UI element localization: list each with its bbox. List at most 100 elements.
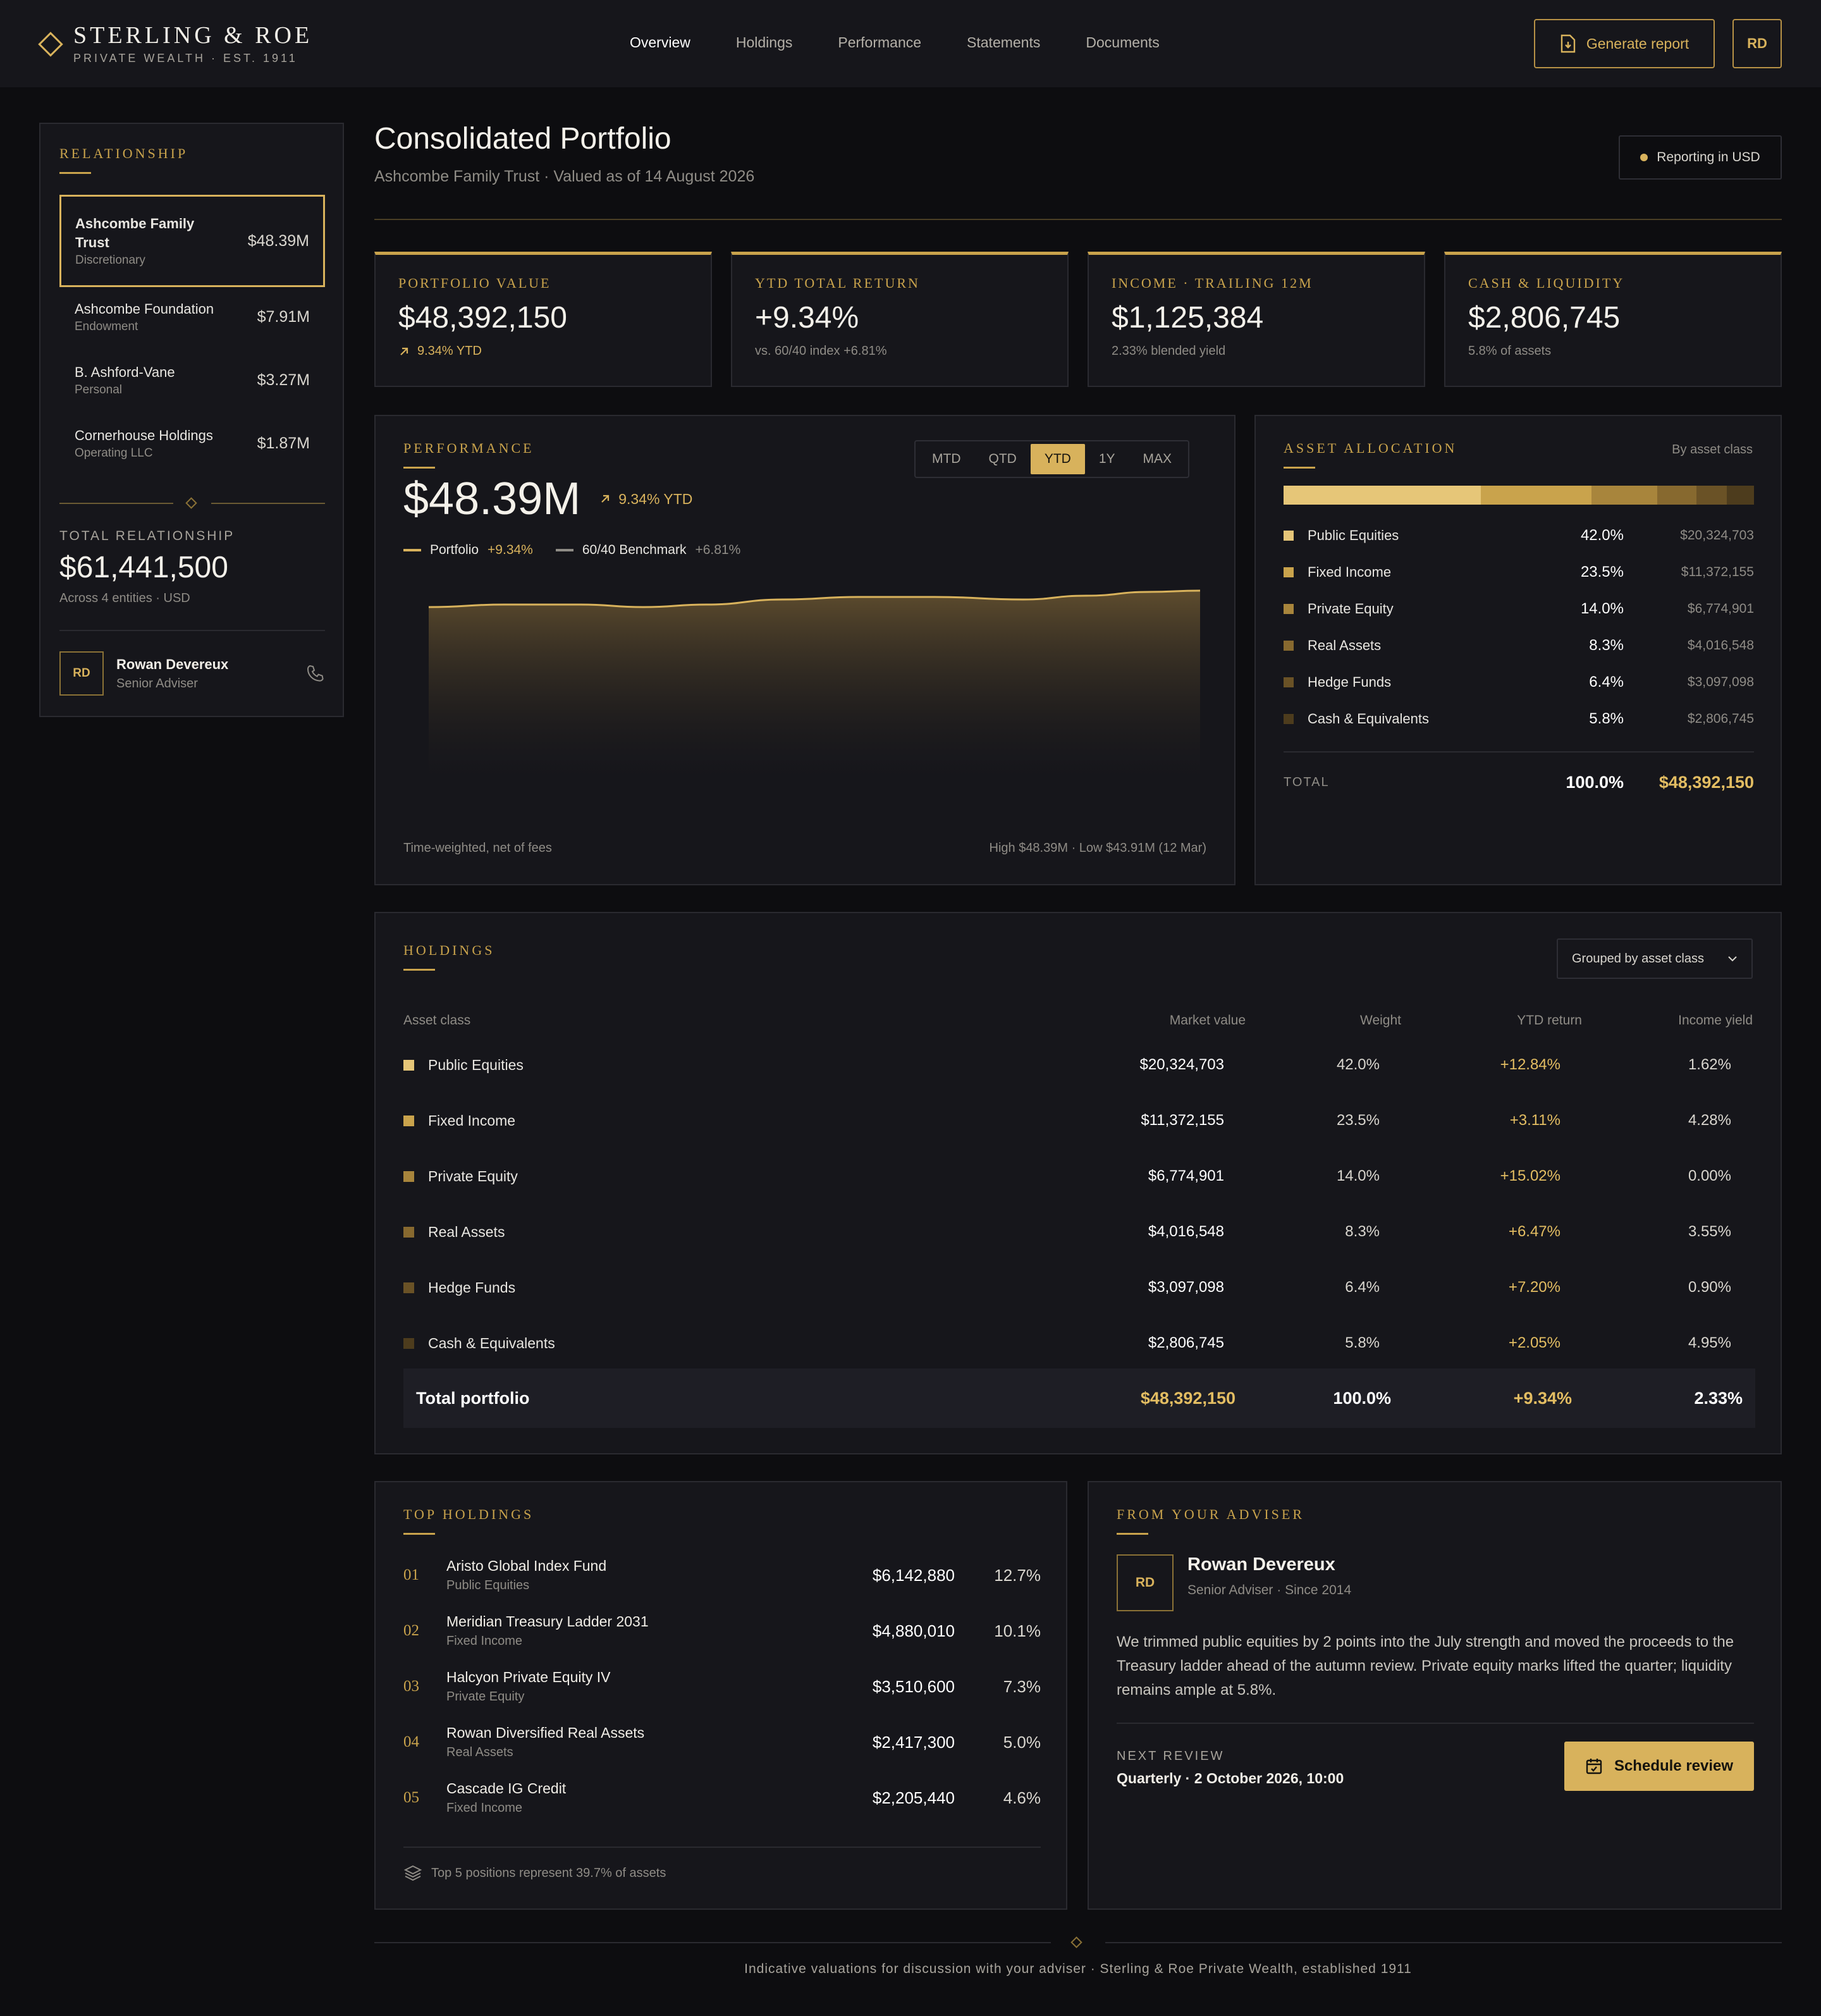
next-review-label: NEXT REVIEW (1117, 1749, 1225, 1763)
col-asset-class[interactable]: Asset class (403, 1013, 470, 1028)
range-qtd[interactable]: QTD (975, 444, 1031, 474)
kpi-portfolio-value: PORTFOLIO VALUE $48,392,150 9.34% YTD (374, 252, 712, 387)
nav-performance[interactable]: Performance (838, 34, 921, 51)
asset-class-swatch (403, 1226, 414, 1238)
range-1y[interactable]: 1Y (1085, 444, 1129, 474)
allocation-name: Cash & Equivalents (1308, 711, 1429, 727)
top-holding-item[interactable]: 04 Rowan Diversified Real Assets Real Asse… (403, 1720, 1041, 1764)
legend-portfolio: Portfolio +9.34% (403, 543, 533, 558)
nav-overview[interactable]: Overview (630, 34, 690, 51)
nav-holdings[interactable]: Holdings (736, 34, 793, 51)
top-holding-item[interactable]: 01 Aristo Global Index Fund Public Equitie… (403, 1553, 1041, 1597)
performance-title: PERFORMANCE (403, 440, 534, 456)
ytd-return-cell: +7.20% (1508, 1279, 1560, 1296)
allocation-value: $2,806,745 (1687, 711, 1754, 726)
col-weight[interactable]: Weight (1360, 1013, 1401, 1028)
account-type: Endowment (75, 320, 138, 333)
ytd-return-cell: +12.84% (1500, 1056, 1560, 1073)
holding-info: Cascade IG Credit Fixed Income (446, 1780, 828, 1816)
brand-tagline: PRIVATE WEALTH · EST. 1911 (73, 52, 298, 65)
holding-name: Rowan Diversified Real Assets (446, 1724, 645, 1741)
brand-logo[interactable]: STERLING & ROE PRIVATE WEALTH · EST. 191… (38, 23, 312, 65)
weight-cell: 5.8% (1345, 1334, 1380, 1351)
top-holdings-title: TOP HOLDINGS (403, 1506, 534, 1522)
holding-value: $2,205,440 (872, 1788, 955, 1807)
holding-name: Halcyon Private Equity IV (446, 1669, 611, 1685)
allocation-row[interactable]: Private Equity 14.0% $6,774,901 (1284, 599, 1754, 618)
col-market-value[interactable]: Market value (1170, 1013, 1246, 1028)
range-ytd[interactable]: YTD (1030, 444, 1085, 474)
table-row[interactable]: Cash & Equivalents $2,806,745 5.8% +2.05% 4.… (403, 1315, 1731, 1371)
allocation-pct: 6.4% (1589, 673, 1624, 691)
legend-benchmark: 60/40 Benchmark +6.81% (555, 543, 740, 558)
nav-statements[interactable]: Statements (967, 34, 1040, 51)
table-row[interactable]: Public Equities $20,324,703 42.0% +12.84% 1.… (403, 1037, 1731, 1093)
account-item-selected[interactable]: Ashcombe Family Trust Discretionary $48.… (59, 195, 325, 287)
holding-rank: 02 (403, 1622, 419, 1639)
table-row[interactable]: Real Assets $4,016,548 8.3% +6.47% 3.55% (403, 1204, 1731, 1260)
grouping-select[interactable]: Grouped by asset class (1557, 938, 1753, 979)
adviser-panel: FROM YOUR ADVISER RD Rowan Devereux Seni… (1088, 1481, 1782, 1910)
divider (403, 1847, 1041, 1848)
diamond-logo-icon (38, 31, 63, 57)
range-mtd[interactable]: MTD (918, 444, 975, 474)
ytd-return-cell: +3.11% (1509, 1112, 1560, 1129)
col-ytd-return[interactable]: YTD return (1517, 1013, 1582, 1028)
table-row[interactable]: Fixed Income $11,372,155 23.5% +3.11% 4.28% (403, 1093, 1731, 1148)
allocation-row[interactable]: Cash & Equivalents 5.8% $2,806,745 (1284, 710, 1754, 728)
table-row[interactable]: Hedge Funds $3,097,098 6.4% +7.20% 0.90% (403, 1260, 1731, 1315)
top-holdings-footnote: Top 5 positions represent 39.7% of asset… (403, 1864, 666, 1882)
phone-icon[interactable] (305, 663, 325, 684)
allocation-value: $4,016,548 (1687, 638, 1754, 653)
top-holding-item[interactable]: 05 Cascade IG Credit Fixed Income $2,205,44… (403, 1776, 1041, 1820)
kpi-income: INCOME · TRAILING 12M $1,125,384 2.33% b… (1088, 252, 1425, 387)
allocation-pct: 23.5% (1580, 563, 1624, 581)
top-holding-item[interactable]: 03 Halcyon Private Equity IV Private Equit… (403, 1664, 1041, 1709)
range-max[interactable]: MAX (1129, 444, 1186, 474)
holding-name: Meridian Treasury Ladder 2031 (446, 1613, 649, 1630)
kpi-ytd-return: YTD TOTAL RETURN +9.34% vs. 60/40 index … (731, 252, 1069, 387)
allocation-name: Fixed Income (1308, 564, 1392, 580)
top-holding-item[interactable]: 02 Meridian Treasury Ladder 2031 Fixed Inc… (403, 1609, 1041, 1653)
kpi-label: INCOME · TRAILING 12M (1112, 275, 1313, 291)
allocation-row[interactable]: Hedge Funds 6.4% $3,097,098 (1284, 673, 1754, 692)
holding-rank: 04 (403, 1733, 419, 1750)
schedule-review-button[interactable]: Schedule review (1564, 1742, 1754, 1791)
kpi-value: $1,125,384 (1112, 301, 1264, 335)
table-row[interactable]: Private Equity $6,774,901 14.0% +15.02% 0.00… (403, 1148, 1731, 1204)
market-value-cell: $3,097,098 (1148, 1279, 1224, 1296)
kpi-label: YTD TOTAL RETURN (755, 275, 920, 291)
holdings-title: HOLDINGS (403, 942, 495, 958)
ytd-return-cell: +2.05% (1508, 1334, 1560, 1351)
sidebar-title: RELATIONSHIP (59, 145, 188, 161)
next-review: NEXT REVIEW Quarterly · 2 October 2026, … (1117, 1749, 1344, 1787)
generate-report-button[interactable]: Generate report (1534, 19, 1715, 68)
allocation-row[interactable]: Public Equities 42.0% $20,324,703 (1284, 526, 1754, 545)
account-value: $1.87M (257, 434, 310, 452)
nav-documents[interactable]: Documents (1086, 34, 1159, 51)
holding-info: Halcyon Private Equity IV Private Equity (446, 1669, 828, 1704)
currency-badge[interactable]: Reporting in USD (1619, 135, 1782, 180)
allocation-row[interactable]: Fixed Income 23.5% $11,372,155 (1284, 563, 1754, 582)
adviser-role: Senior Adviser (116, 676, 198, 691)
weight-cell: 8.3% (1345, 1223, 1380, 1240)
allocation-name: Private Equity (1308, 601, 1394, 617)
holding-info: Meridian Treasury Ladder 2031 Fixed Incom… (446, 1613, 828, 1649)
user-avatar[interactable]: RD (1732, 19, 1782, 68)
account-type: Operating LLC (75, 446, 153, 460)
income-yield-cell: 3.55% (1688, 1223, 1731, 1240)
col-income-yield[interactable]: Income yield (1678, 1013, 1753, 1028)
account-item[interactable]: B. Ashford-Vane Personal $3.27M (59, 363, 325, 397)
allocation-row[interactable]: Real Assets 8.3% $4,016,548 (1284, 636, 1754, 655)
main-nav: Overview Holdings Performance Statements… (630, 34, 1160, 51)
legend-swatch (555, 549, 573, 551)
allocation-swatch (1284, 567, 1294, 577)
performance-change-label: 9.34% YTD (618, 490, 693, 507)
account-item[interactable]: Ashcombe Foundation Endowment $7.91M (59, 300, 325, 334)
holding-info: Rowan Diversified Real Assets Real Assets (446, 1724, 828, 1760)
account-item[interactable]: Cornerhouse Holdings Operating LLC $1.87… (59, 426, 325, 460)
title-underline (1117, 1533, 1148, 1535)
portfolio-area (429, 591, 1200, 783)
holding-class: Fixed Income (446, 1801, 523, 1815)
currency-label: Reporting in USD (1657, 150, 1760, 164)
